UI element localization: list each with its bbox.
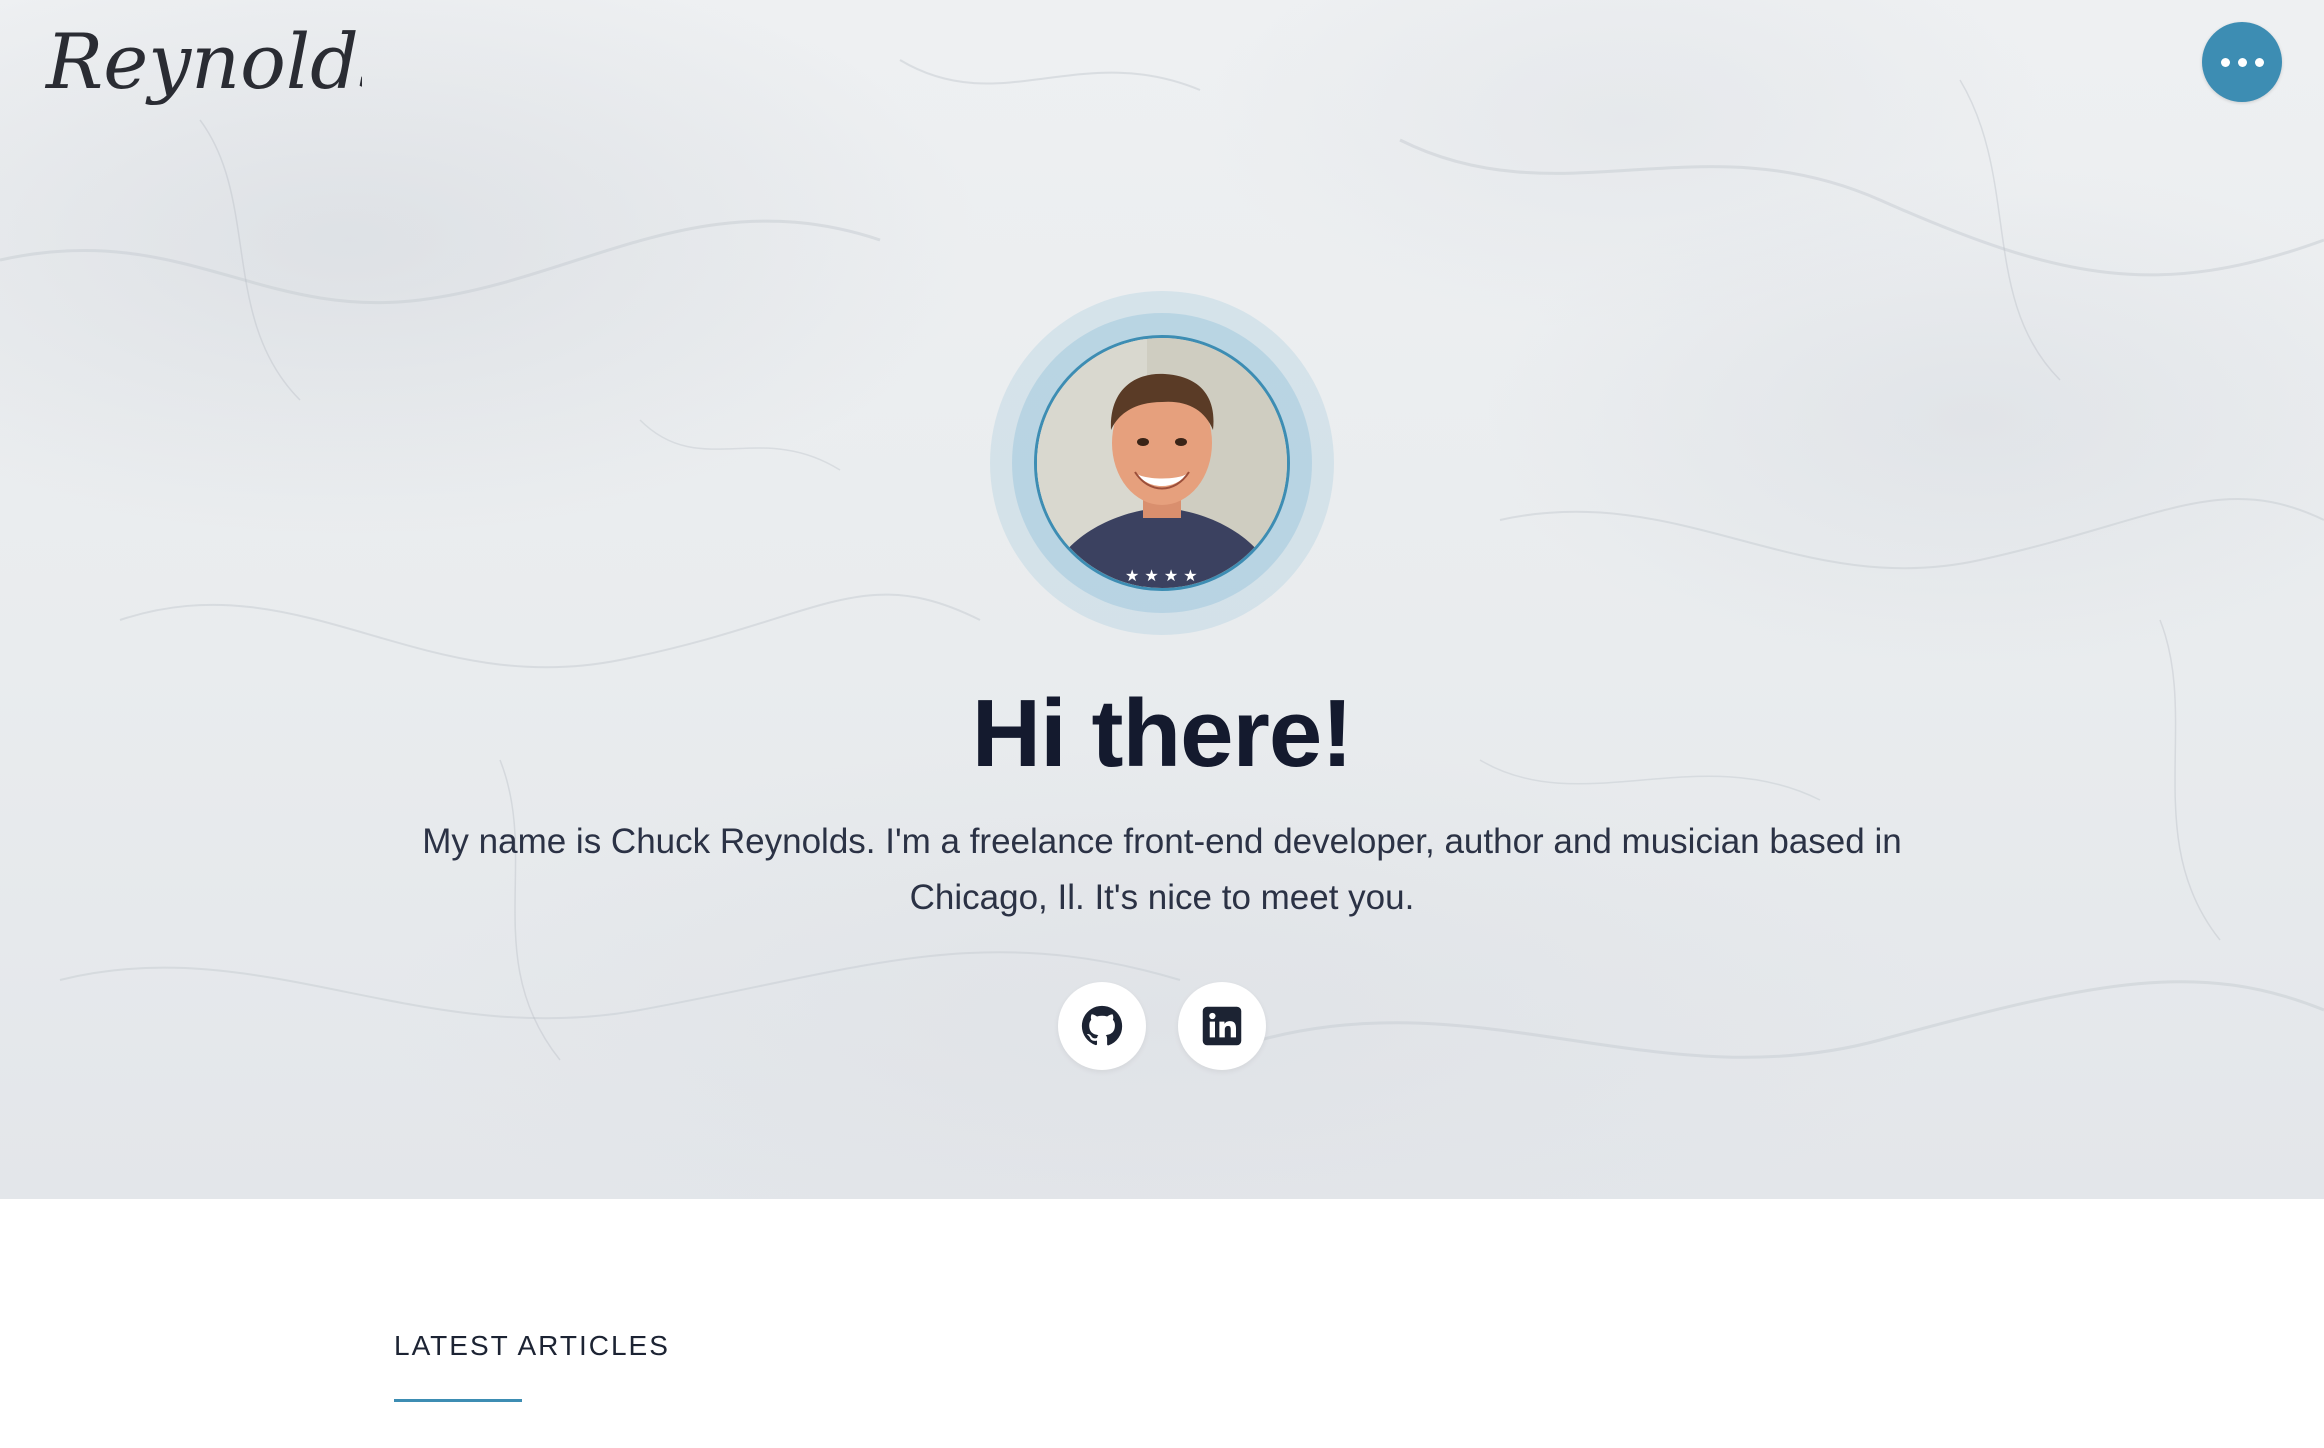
hero-section: Reynolds ★ ★ ★ ★: [0, 0, 2324, 1199]
more-dots-icon: [2254, 57, 2264, 67]
more-dots-icon: [2220, 57, 2230, 67]
more-dots-icon: [2237, 57, 2247, 67]
linkedin-link[interactable]: [1178, 982, 1266, 1070]
svg-text:★ ★ ★ ★: ★ ★ ★ ★: [1125, 566, 1198, 585]
github-icon: [1081, 1005, 1123, 1046]
github-link[interactable]: [1058, 982, 1146, 1070]
latest-articles-heading: LATEST ARTICLES: [394, 1330, 670, 1361]
logo-text: Reynolds: [44, 17, 362, 106]
heading-underline: [394, 1399, 522, 1402]
site-logo[interactable]: Reynolds: [42, 10, 362, 115]
page-title: Hi there!: [971, 680, 1353, 787]
intro-text: My name is Chuck Reynolds. I'm a freelan…: [422, 822, 1902, 917]
menu-button[interactable]: [2202, 22, 2282, 102]
profile-photo: ★ ★ ★ ★: [1034, 335, 1290, 591]
linkedin-icon: [1202, 1006, 1242, 1046]
